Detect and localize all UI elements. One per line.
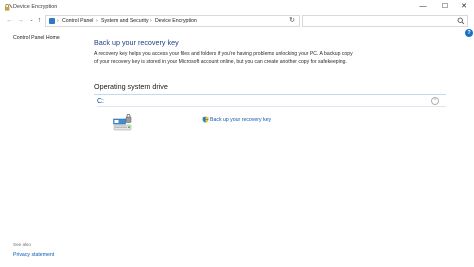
see-also-heading: See also [13, 242, 31, 247]
window-title: Device Encryption [13, 4, 58, 10]
device-encryption-app-icon [4, 4, 13, 11]
page-description: A recovery key helps you access your fil… [94, 51, 353, 65]
minimize-button[interactable]: — [412, 0, 434, 14]
title-bar: Device Encryption — ☐ ✕ [0, 0, 474, 14]
search-input[interactable] [302, 15, 468, 27]
address-row: ← → ⌄ ↑ › Control Panel › System and Sec… [0, 14, 474, 28]
section-divider [94, 94, 446, 95]
back-button[interactable]: ← [5, 15, 14, 26]
breadcrumb-separator[interactable]: › [96, 16, 98, 26]
breadcrumb-device-encryption[interactable]: Device Encryption [155, 16, 197, 26]
shield-icon [202, 116, 209, 123]
control-panel-icon [49, 18, 55, 24]
forward-button[interactable]: → [16, 15, 25, 26]
page-title: Back up your recovery key [94, 38, 179, 47]
refresh-button[interactable]: ↻ [286, 15, 298, 27]
backup-recovery-key-link[interactable]: Back up your recovery key [210, 117, 271, 123]
drive-label: C: [97, 98, 104, 105]
breadcrumb-system-and-security[interactable]: System and Security [101, 16, 149, 26]
up-button[interactable]: ↑ [35, 15, 44, 26]
collapse-button[interactable]: ⌃ [431, 97, 439, 105]
address-bar[interactable]: › Control Panel › System and Security › … [45, 15, 323, 27]
control-panel-home-link[interactable]: Control Panel Home [13, 35, 60, 41]
help-button[interactable]: ? [465, 29, 473, 37]
privacy-statement-link[interactable]: Privacy statement [13, 252, 54, 258]
section-heading: Operating system drive [94, 82, 168, 91]
breadcrumb-separator[interactable]: › [150, 16, 152, 26]
breadcrumb-separator[interactable]: › [57, 16, 59, 26]
drive-divider [97, 106, 446, 107]
breadcrumb-control-panel[interactable]: Control Panel [62, 16, 93, 26]
search-icon[interactable] [457, 17, 465, 25]
drive-icon [113, 114, 132, 131]
close-button[interactable]: ✕ [453, 0, 474, 14]
